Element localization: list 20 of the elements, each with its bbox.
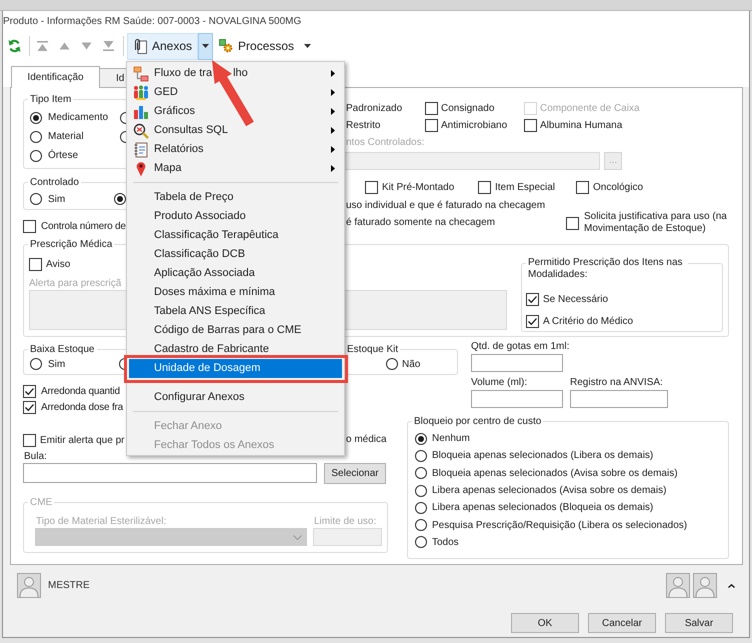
- field-label: Limite de uso:: [314, 516, 376, 528]
- group-label: Tipo Item: [28, 93, 74, 106]
- option-label: uso individual e que é faturado na checagem: [346, 200, 546, 212]
- field-label: Registro na ANVISA:: [570, 377, 663, 388]
- option-label: Restrito: [346, 120, 380, 131]
- group-label: Bloqueio por centro de custo: [412, 415, 544, 428]
- option-label: Padronizado: [346, 103, 402, 114]
- group-label: Baixa Estoque: [28, 343, 96, 356]
- field-label: Tipo de Material Esterilizável:: [36, 516, 166, 528]
- group-label: Prescrição Médica: [28, 238, 114, 251]
- user-name: MESTRE: [48, 579, 90, 593]
- option-label: o médica: [346, 434, 387, 446]
- option-label: é faturado somente na checagem: [346, 217, 495, 229]
- field-label: Alerta para prescriçã: [29, 278, 122, 290]
- window-title: Produto - Informações RM Saúde: 007-0003 - NOVALGINA 500MG: [3, 14, 302, 28]
- group-label: Estoque Kit: [345, 343, 400, 356]
- field-label: Bula:: [24, 451, 47, 463]
- field-label: Volume (ml):: [471, 377, 528, 388]
- field-label: Qtd. de gotas em 1ml:: [471, 340, 570, 352]
- field-label: ntos Controlados:: [346, 137, 424, 149]
